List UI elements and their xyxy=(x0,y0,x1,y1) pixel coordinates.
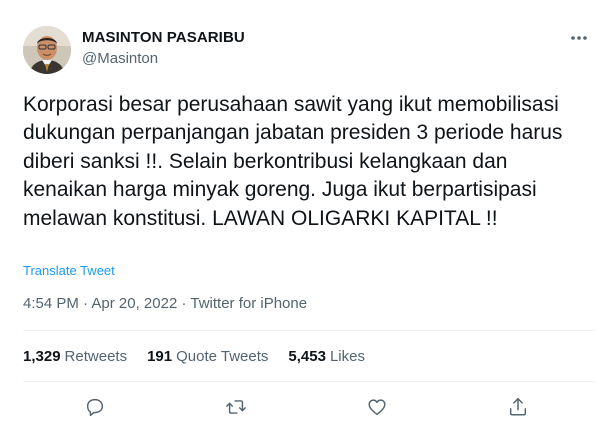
translate-tweet-link[interactable]: Translate Tweet xyxy=(23,263,115,278)
engagement-stats: 1,329 Retweets 191 Quote Tweets 5,453 Likes xyxy=(23,348,385,365)
share-icon xyxy=(509,398,527,416)
more-button[interactable] xyxy=(568,28,590,48)
quote-tweets-count: 191 xyxy=(147,348,173,365)
share-button[interactable] xyxy=(503,392,533,422)
likes-label: Likes xyxy=(329,348,365,365)
tweet-date[interactable]: Apr 20, 2022 xyxy=(91,295,177,312)
retweets-stat[interactable]: 1,329 Retweets xyxy=(23,348,127,365)
author-handle[interactable]: @Masinton xyxy=(82,50,158,67)
reply-button[interactable] xyxy=(80,392,110,422)
quote-tweets-label: Quote Tweets xyxy=(176,348,269,365)
reply-icon xyxy=(86,398,104,416)
tweet: MASINTON PASARIBU @Masinton Korporasi be… xyxy=(0,0,611,427)
retweet-icon xyxy=(226,400,246,414)
likes-stat[interactable]: 5,453 Likes xyxy=(288,348,365,365)
heart-icon xyxy=(368,399,386,416)
quote-tweets-stat[interactable]: 191 Quote Tweets xyxy=(147,348,268,365)
avatar-photo xyxy=(23,26,71,74)
retweet-button[interactable] xyxy=(221,392,251,422)
tweet-source[interactable]: Twitter for iPhone xyxy=(190,295,307,312)
more-dots-icon xyxy=(571,36,587,40)
meta-separator: · xyxy=(78,295,92,312)
like-button[interactable] xyxy=(362,392,392,422)
divider-bottom xyxy=(23,381,596,382)
tweet-time[interactable]: 4:54 PM xyxy=(23,295,79,312)
action-bar xyxy=(0,392,611,422)
author-name[interactable]: MASINTON PASARIBU xyxy=(82,29,245,46)
divider-top xyxy=(23,330,596,331)
retweets-label: Retweets xyxy=(64,348,128,365)
likes-count: 5,453 xyxy=(288,348,326,365)
tweet-meta: 4:54 PM · Apr 20, 2022 · Twitter for iPh… xyxy=(23,295,307,312)
tweet-text: Korporasi besar perusahaan sawit yang ik… xyxy=(23,93,563,230)
avatar[interactable] xyxy=(23,26,71,74)
retweets-count: 1,329 xyxy=(23,348,61,365)
meta-separator: · xyxy=(177,295,191,312)
